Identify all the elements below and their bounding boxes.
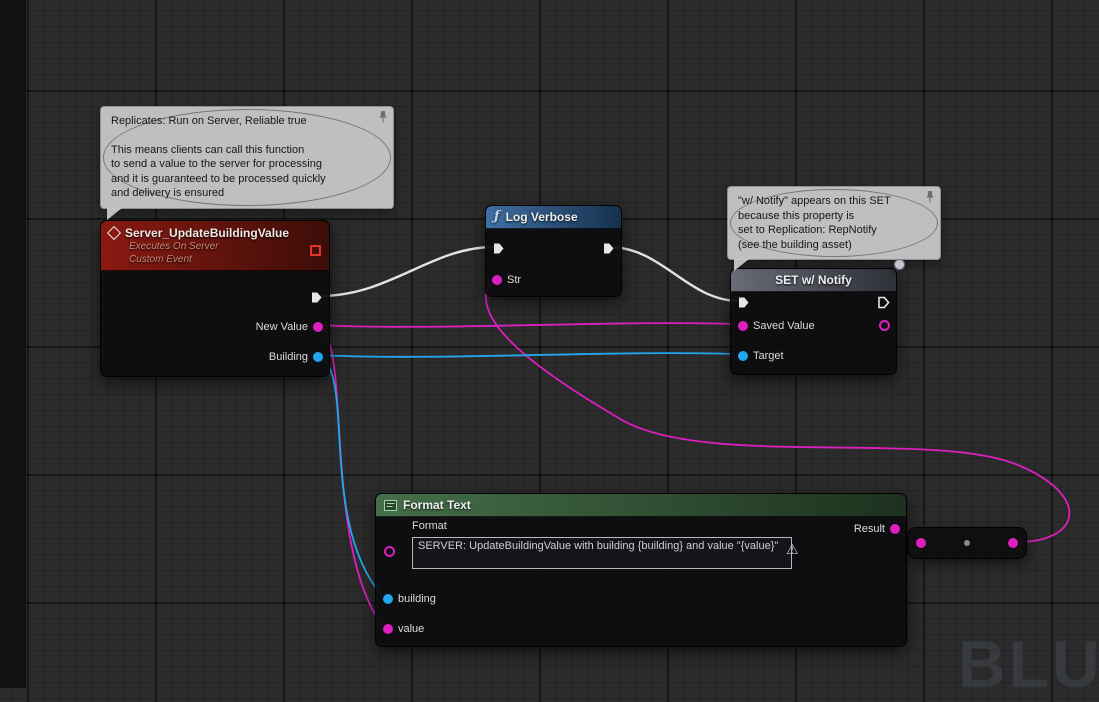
pin-row-new-value: New Value — [256, 321, 323, 333]
wire-newvalue-to-savedvalue[interactable] — [315, 322, 736, 328]
comment-line: This means clients can call this functio… — [111, 143, 305, 156]
node-header[interactable]: ƒ Log Verbose — [486, 206, 621, 229]
node-title: Log Verbose — [505, 210, 578, 224]
bubble-anchor-dot[interactable] — [894, 259, 905, 270]
pin-label: building — [398, 593, 436, 605]
result-pin[interactable] — [890, 524, 900, 534]
node-subtitle: Custom Event — [129, 254, 192, 265]
node-title: Format Text — [403, 498, 471, 512]
wire-building-to-building-arg[interactable] — [315, 354, 384, 598]
node-text-to-string-conversion[interactable] — [907, 527, 1027, 559]
pin-label: Str — [507, 274, 522, 286]
comment-line: (see the building asset) — [738, 238, 852, 251]
exec-in-row — [492, 242, 505, 255]
target-pin[interactable] — [738, 351, 748, 361]
conversion-dot-icon — [964, 540, 970, 546]
pin-label: value — [398, 623, 425, 635]
exec-out-pin[interactable] — [310, 291, 323, 304]
comment-line: set to Replication: RepNotify — [738, 224, 877, 236]
format-pin[interactable] — [384, 546, 395, 557]
pin-label: Target — [753, 350, 784, 362]
building-arg-pin[interactable] — [383, 594, 393, 604]
pin-row-result: Result — [854, 523, 900, 535]
pin-row-building: Building — [269, 351, 323, 363]
pin-row-str: Str — [492, 274, 521, 286]
format-text-input[interactable]: SERVER: UpdateBuildingValue with buildin… — [412, 537, 792, 569]
function-icon: ƒ — [494, 209, 500, 224]
wire-building-to-target[interactable] — [315, 352, 736, 358]
exec-wire-log-to-set[interactable] — [608, 245, 740, 303]
comment-line: and it is guaranteed to be processed qui… — [111, 172, 326, 185]
format-text-icon — [384, 499, 397, 511]
pin-row-saved-value: Saved Value — [738, 320, 815, 332]
exec-wire-event-to-log[interactable] — [316, 245, 495, 298]
pin-row-target: Target — [738, 350, 784, 362]
bubble-tail — [107, 207, 122, 220]
pin-label: Result — [853, 523, 885, 535]
value-arg-pin[interactable] — [383, 624, 393, 634]
pin-label: New Value — [255, 321, 308, 333]
pin-label: Building — [268, 351, 308, 363]
saved-value-in-pin[interactable] — [738, 321, 748, 331]
node-custom-event[interactable]: Server_UpdateBuildingValue Executes On S… — [100, 220, 330, 377]
node-subtitle: Executes On Server — [129, 241, 219, 252]
exec-out-pin[interactable] — [602, 242, 615, 255]
conversion-out-pin[interactable] — [1008, 538, 1018, 548]
new-value-pin[interactable] — [313, 322, 323, 332]
pin-row-saved-value-out — [879, 320, 890, 331]
warning-icon: ⚠ — [786, 541, 799, 557]
exec-out-row — [310, 291, 323, 304]
node-header[interactable]: SET w/ Notify — [731, 269, 896, 292]
comment-line: Replicates: Run on Server, Reliable true — [111, 115, 307, 127]
node-title: Server_UpdateBuildingValue — [125, 226, 290, 240]
pushpin-icon[interactable] — [377, 110, 389, 123]
comment-line: because this property is — [738, 209, 855, 222]
exec-out-row — [877, 296, 890, 309]
node-header[interactable]: Server_UpdateBuildingValue Executes On S… — [101, 221, 329, 271]
exec-in-pin[interactable] — [492, 242, 505, 255]
pin-label: Saved Value — [753, 320, 815, 332]
bubble-tail — [734, 259, 749, 271]
comment-line: "w/ Notify" appears on this SET — [738, 195, 891, 207]
conversion-in-pin[interactable] — [916, 538, 926, 548]
node-set-notify[interactable]: SET w/ Notify Saved Value Target — [730, 268, 897, 375]
pin-row-building-arg: building — [383, 593, 436, 605]
node-title: SET w/ Notify — [775, 273, 852, 287]
format-pin-label: Format — [412, 520, 447, 532]
comment-line: and delivery is ensured — [111, 187, 225, 199]
building-pin[interactable] — [313, 352, 323, 362]
exec-in-row — [737, 296, 750, 309]
str-pin[interactable] — [492, 275, 502, 285]
exec-in-pin[interactable] — [737, 296, 750, 309]
custom-event-icon — [106, 225, 122, 241]
delegate-pin[interactable] — [310, 245, 321, 256]
saved-value-out-pin[interactable] — [879, 320, 890, 331]
node-format-text[interactable]: Format Text Format SERVER: UpdateBuildin… — [375, 493, 907, 647]
pushpin-icon[interactable] — [924, 190, 936, 203]
comment-line — [111, 129, 383, 143]
node-header[interactable]: Format Text — [376, 494, 906, 517]
pin-row-value-arg: value — [383, 623, 424, 635]
exec-out-row — [602, 242, 615, 255]
node-log-verbose[interactable]: ƒ Log Verbose Str — [485, 205, 622, 297]
comment-line: to send a value to the server for proces… — [111, 158, 322, 170]
exec-out-pin[interactable] — [877, 296, 890, 309]
comment-bubble-replicates[interactable]: Replicates: Run on Server, Reliable true… — [100, 106, 394, 220]
comment-bubble-notify[interactable]: "w/ Notify" appears on this SET because … — [727, 186, 941, 271]
